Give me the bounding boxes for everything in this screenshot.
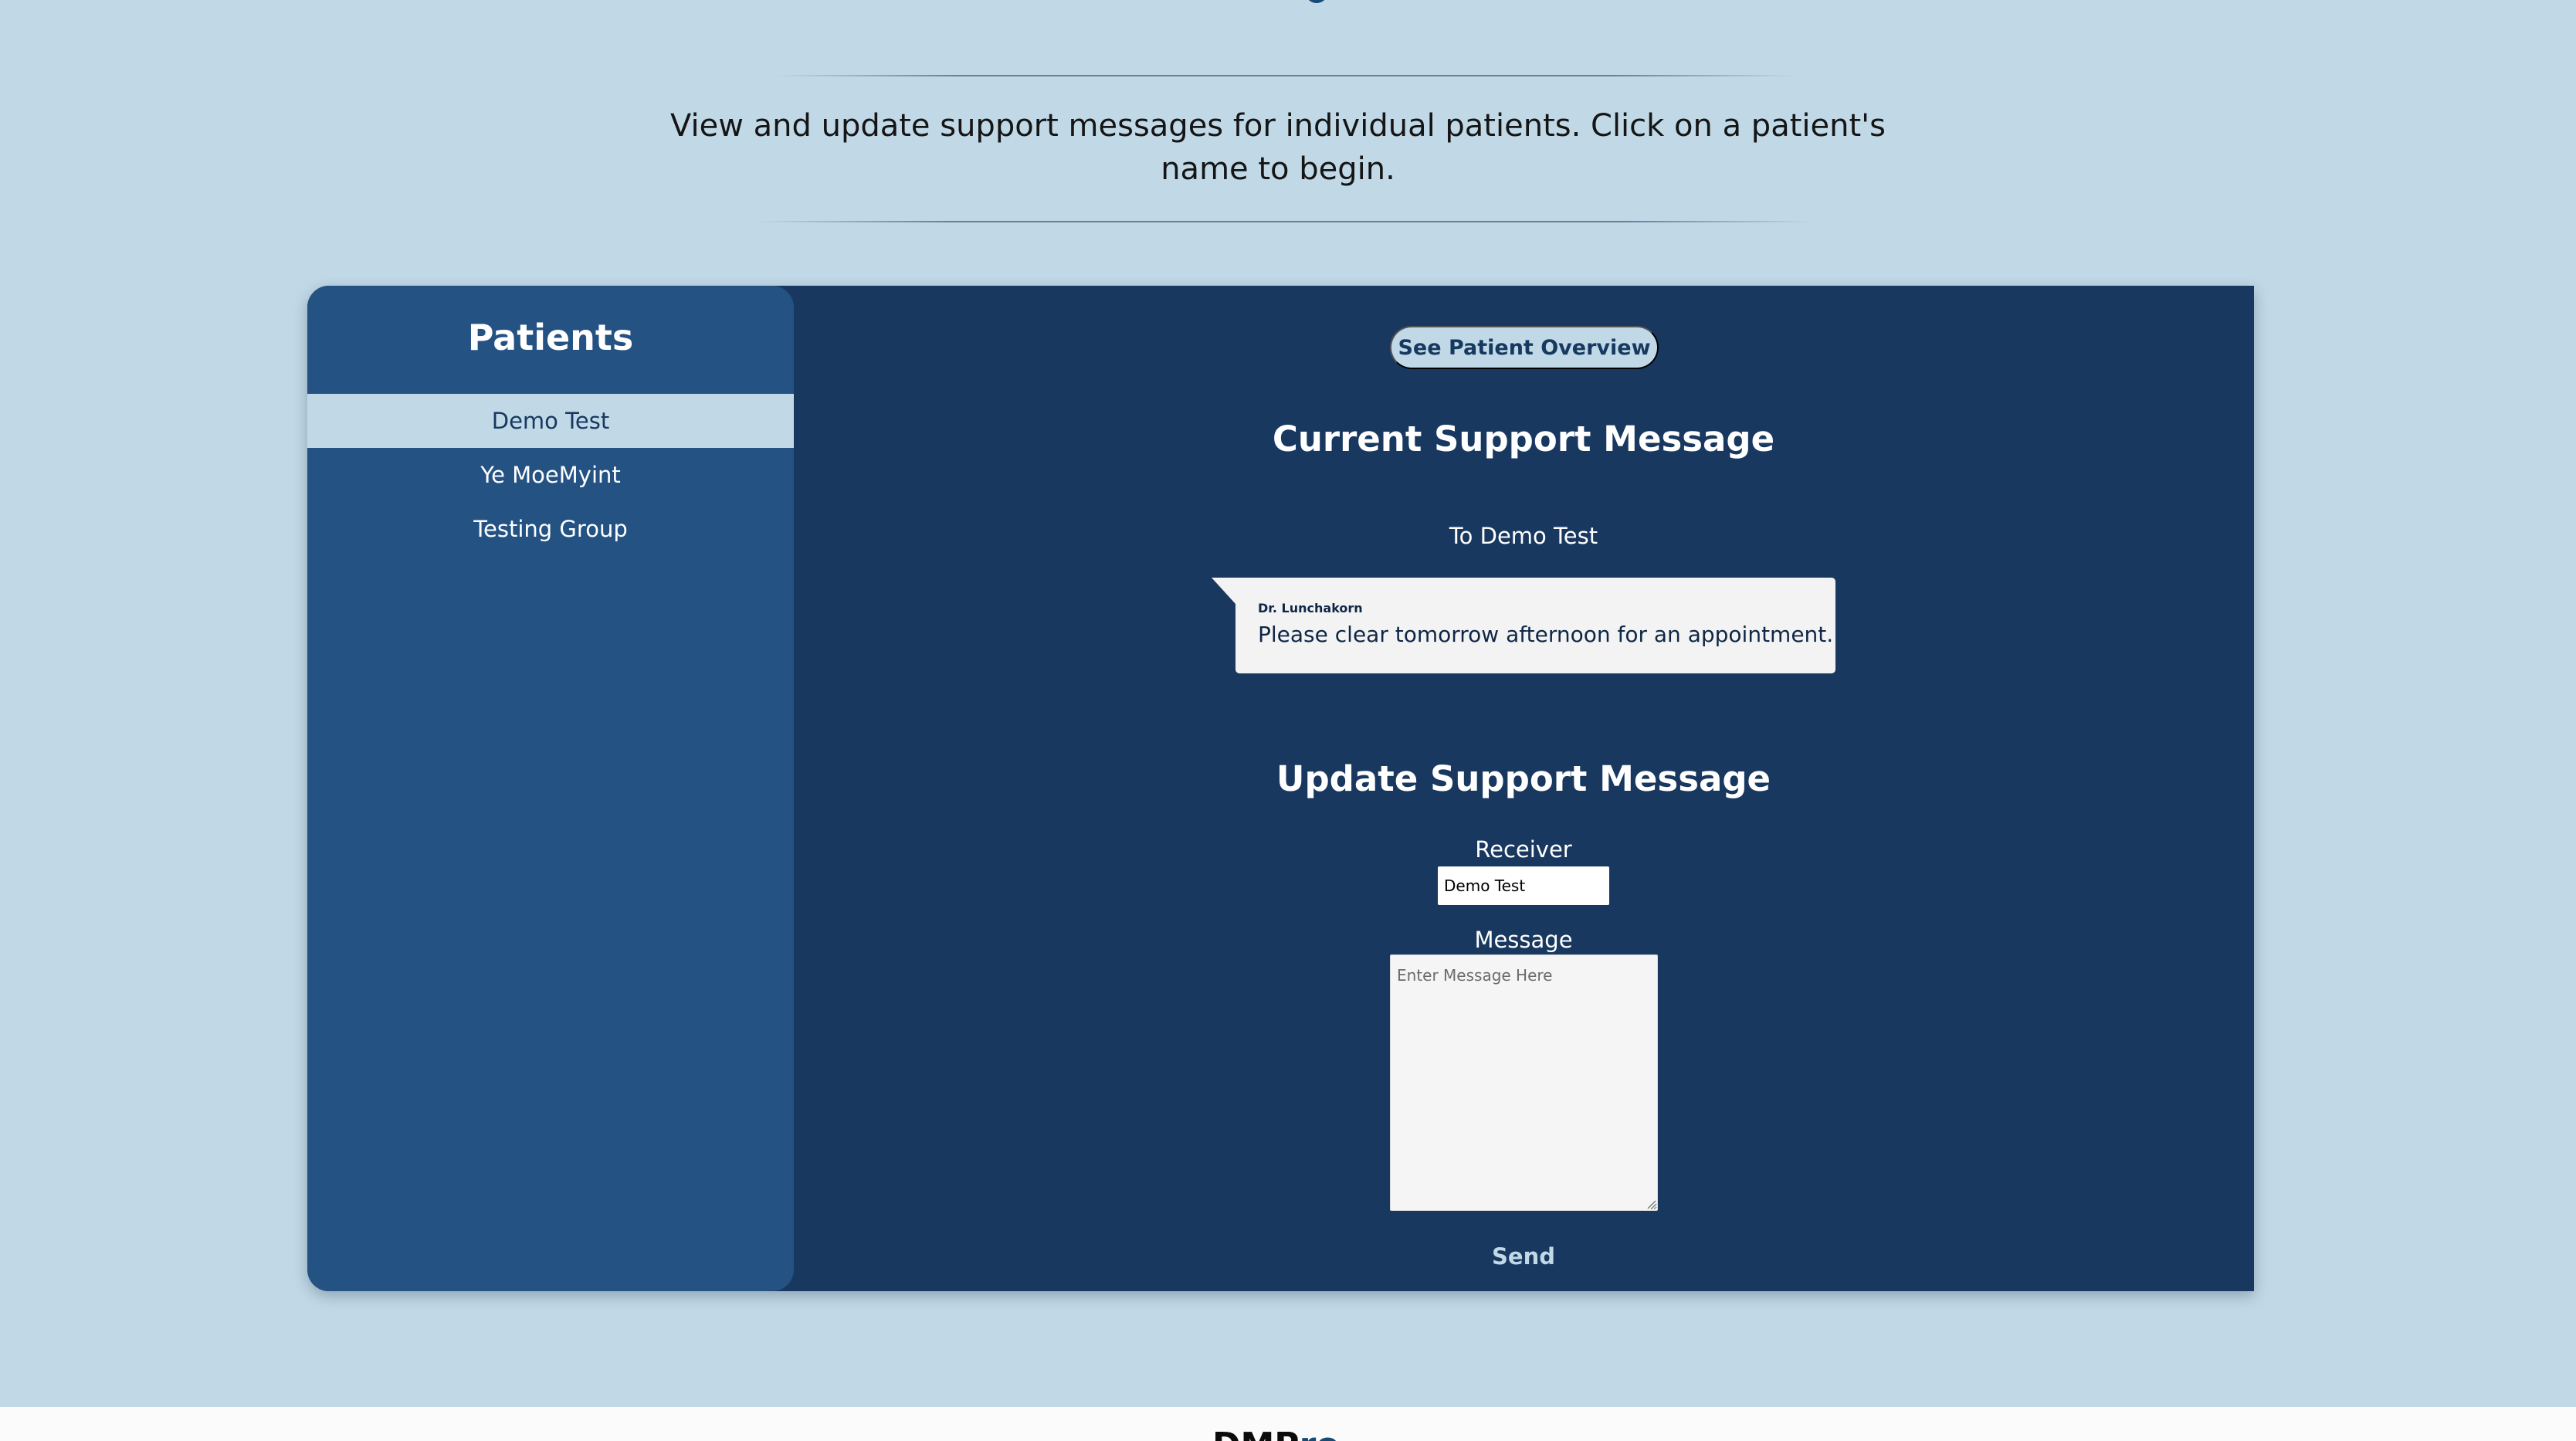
current-support-message-heading: Current Support Message: [1272, 419, 1775, 459]
patient-item-testing-group[interactable]: Testing Group: [307, 502, 794, 556]
message-sender: Dr. Lunchakorn: [1258, 601, 1363, 615]
current-message-bubble: Dr. Lunchakorn Please clear tomorrow aft…: [1212, 578, 1835, 673]
patient-item-ye-moemyint[interactable]: Ye MoeMyint: [307, 448, 794, 502]
footer-bar: DMPro: [0, 1407, 2576, 1441]
message-textarea[interactable]: [1390, 954, 1658, 1211]
speech-bubble-tail-icon: [1212, 578, 1235, 604]
patient-item-label: Ye MoeMyint: [480, 462, 621, 488]
intro-divider-bottom: [757, 221, 1815, 222]
resize-grip-icon[interactable]: [1646, 1199, 1656, 1209]
message-recipient-line: To Demo Test: [1449, 523, 1598, 549]
page-intro-text: View and update support messages for ind…: [669, 108, 1886, 187]
footer-logo-accent: ro: [1300, 1426, 1340, 1441]
message-label: Message: [1474, 927, 1573, 953]
current-message-text: Please clear tomorrow afternoon for an a…: [1258, 622, 1834, 647]
support-message-panel: Patients Demo Test Ye MoeMyint Testing G…: [307, 286, 2254, 1291]
patient-item-label: Demo Test: [491, 408, 610, 434]
footer-logo-dark: DMP: [1212, 1426, 1300, 1441]
update-support-message-heading: Update Support Message: [1276, 758, 1771, 799]
see-patient-overview-button[interactable]: See Patient Overview: [1390, 326, 1659, 369]
intro-divider-top: [776, 75, 1795, 76]
patient-item-label: Testing Group: [473, 516, 628, 542]
send-button[interactable]: Send: [1462, 1239, 1585, 1274]
footer-logo: DMPro: [1212, 1426, 1340, 1441]
patient-item-demo-test[interactable]: Demo Test: [307, 394, 794, 448]
partial-logo-icon: [1305, 0, 1328, 3]
patients-title: Patients: [467, 317, 634, 358]
patients-sidebar: Patients Demo Test Ye MoeMyint Testing G…: [307, 286, 794, 1291]
receiver-label: Receiver: [1475, 836, 1572, 863]
receiver-field[interactable]: [1438, 866, 1609, 905]
